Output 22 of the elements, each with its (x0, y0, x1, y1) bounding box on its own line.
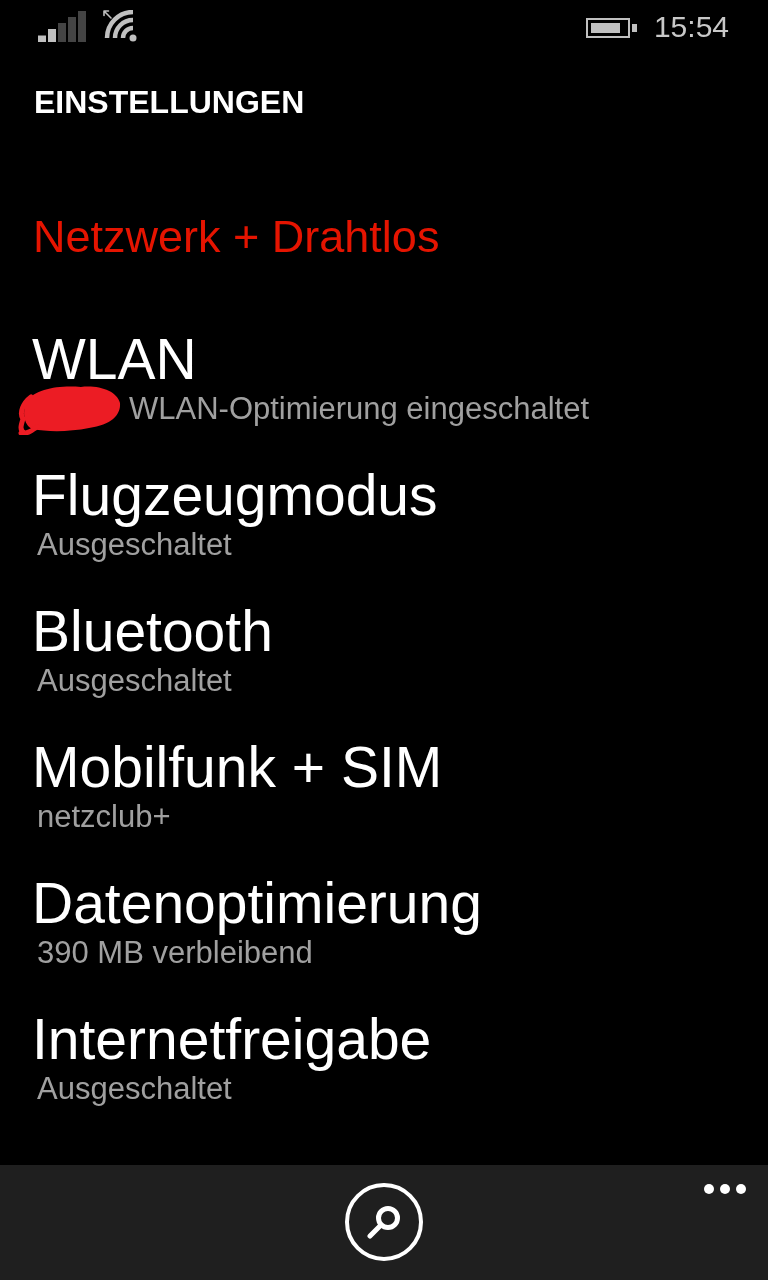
setting-status: netzclub+ (37, 799, 171, 835)
setting-status: 390 MB verbleibend (37, 935, 313, 971)
more-button[interactable] (704, 1184, 746, 1194)
more-icon (704, 1184, 746, 1194)
wifi-icon (103, 10, 137, 42)
setting-status: WLAN-Optimierung eingeschaltet (129, 391, 590, 427)
page-title: EINSTELLUNGEN (33, 83, 305, 121)
search-icon (367, 1205, 401, 1239)
setting-title[interactable]: Internetfreigabe (0, 1007, 432, 1071)
setting-title[interactable]: Datenoptimierung (0, 871, 482, 935)
section-title: Netzwerk + Drahtlos (32, 211, 440, 263)
setting-status: Ausgeschaltet (37, 663, 232, 699)
search-button[interactable] (345, 1183, 423, 1261)
setting-status: Ausgeschaltet (37, 527, 232, 563)
setting-title[interactable]: Bluetooth (0, 599, 273, 663)
clock-time: 15:54 (653, 10, 729, 44)
signal-strength-icon (38, 11, 87, 42)
setting-title[interactable]: Flugzeugmodus (0, 463, 438, 527)
setting-title[interactable]: WLAN (0, 327, 197, 391)
setting-status: Ausgeschaltet (37, 1071, 232, 1107)
battery-icon (585, 18, 637, 38)
setting-title[interactable]: Mobilfunk + SIM (0, 735, 443, 799)
